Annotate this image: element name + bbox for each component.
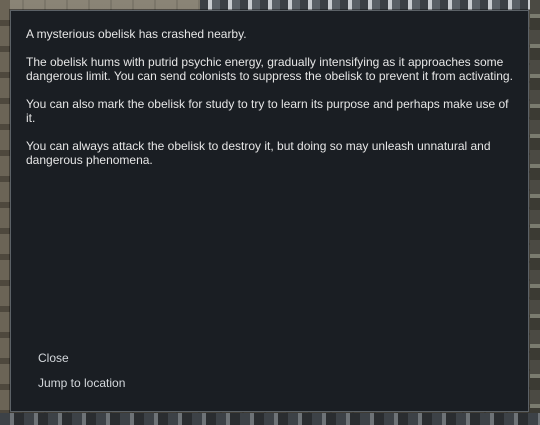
letter-body: A mysterious obelisk has crashed nearby.… — [26, 27, 516, 181]
floor-tiles-bottom — [0, 413, 540, 425]
letter-dialog: A mysterious obelisk has crashed nearby.… — [10, 10, 529, 412]
letter-options: Close Jump to location — [38, 351, 125, 401]
jump-to-location-option[interactable]: Jump to location — [38, 376, 125, 390]
letter-paragraph-attack: You can always attack the obelisk to des… — [26, 139, 491, 167]
letter-paragraph-suppress: The obelisk hums with putrid psychic ene… — [26, 55, 513, 83]
letter-paragraph-study: You can also mark the obelisk for study … — [26, 97, 509, 125]
floor-tiles-top — [200, 0, 530, 10]
wall-left — [0, 0, 10, 425]
letter-paragraph-intro: A mysterious obelisk has crashed nearby. — [26, 27, 247, 41]
close-option[interactable]: Close — [38, 351, 125, 365]
wall-right — [530, 0, 540, 425]
